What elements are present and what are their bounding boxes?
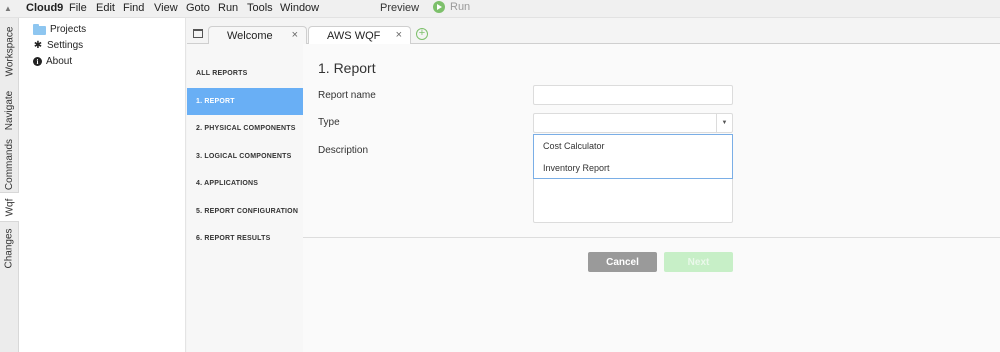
menu-find[interactable]: Find — [123, 2, 144, 14]
menu-file[interactable]: File — [69, 2, 87, 14]
page-title: 1. Report — [318, 60, 376, 76]
type-dropdown-menu: Cost Calculator Inventory Report — [533, 134, 733, 179]
play-icon — [433, 1, 445, 13]
report-name-input[interactable] — [533, 85, 733, 105]
side-tab-changes[interactable]: Changes — [0, 222, 19, 274]
next-button[interactable]: Next — [664, 252, 733, 272]
preview-button[interactable]: Preview — [380, 2, 419, 14]
side-tab-workspace[interactable]: Workspace — [0, 18, 19, 84]
report-form: 1. Report Report name Type ▼ Description… — [303, 44, 1000, 352]
option-cost-calculator[interactable]: Cost Calculator — [543, 141, 605, 151]
side-tab-wqf[interactable]: Wqf — [0, 192, 19, 222]
run-label: Run — [450, 1, 471, 13]
side-tab-commands[interactable]: Commands — [0, 136, 19, 192]
menu-run[interactable]: Run — [218, 2, 238, 14]
tree-item-settings[interactable]: ✱ Settings — [33, 40, 83, 51]
close-icon[interactable]: × — [292, 29, 298, 41]
side-tab-strip: Workspace Navigate Commands Wqf Changes — [0, 18, 19, 352]
step-report-configuration[interactable]: 5. REPORT CONFIGURATION — [187, 198, 304, 225]
step-report[interactable]: 1. REPORT — [187, 88, 304, 115]
cancel-button[interactable]: Cancel — [588, 252, 657, 272]
menu-bar: ▲ Cloud9 File Edit Find View Goto Run To… — [0, 0, 1000, 18]
description-label: Description — [318, 145, 369, 156]
tree-item-projects[interactable]: Projects — [33, 24, 86, 35]
gear-icon: ✱ — [33, 40, 43, 51]
report-name-label: Report name — [318, 90, 376, 101]
menu-window[interactable]: Window — [280, 2, 319, 14]
tab-aws-wqf[interactable]: AWS WQF × — [308, 26, 411, 45]
tab-welcome[interactable]: Welcome × — [208, 26, 307, 45]
type-select[interactable]: ▼ — [533, 113, 733, 133]
step-all-reports[interactable]: ALL REPORTS — [187, 60, 304, 87]
add-tab-icon[interactable]: + — [416, 28, 428, 40]
menu-cloud9[interactable]: Cloud9 — [26, 2, 63, 14]
collapse-caret-icon[interactable]: ▲ — [4, 4, 12, 13]
chevron-down-icon[interactable]: ▼ — [716, 114, 732, 132]
type-label: Type — [318, 117, 340, 128]
close-icon[interactable]: × — [396, 29, 402, 41]
step-report-results[interactable]: 6. REPORT RESULTS — [187, 225, 304, 252]
menu-view[interactable]: View — [154, 2, 178, 14]
info-icon: i — [33, 57, 42, 66]
menu-goto[interactable]: Goto — [186, 2, 210, 14]
menu-edit[interactable]: Edit — [96, 2, 115, 14]
folder-icon — [33, 24, 46, 35]
step-physical-components[interactable]: 2. PHYSICAL COMPONENTS — [187, 115, 304, 142]
step-applications[interactable]: 4. APPLICATIONS — [187, 170, 304, 197]
tab-menu-icon[interactable] — [193, 29, 203, 38]
run-button[interactable]: Run — [433, 1, 470, 13]
step-logical-components[interactable]: 3. LOGICAL COMPONENTS — [187, 143, 304, 170]
workspace-tree: Projects ✱ Settings i About — [19, 18, 186, 352]
editor-tab-bar: Welcome × AWS WQF × + — [187, 26, 1000, 45]
report-steps-nav: ALL REPORTS 1. REPORT 2. PHYSICAL COMPON… — [187, 44, 304, 352]
option-inventory-report[interactable]: Inventory Report — [543, 163, 610, 173]
form-divider — [303, 237, 1000, 238]
menu-tools[interactable]: Tools — [247, 2, 273, 14]
tree-item-about[interactable]: i About — [33, 56, 72, 67]
side-tab-navigate[interactable]: Navigate — [0, 84, 19, 136]
